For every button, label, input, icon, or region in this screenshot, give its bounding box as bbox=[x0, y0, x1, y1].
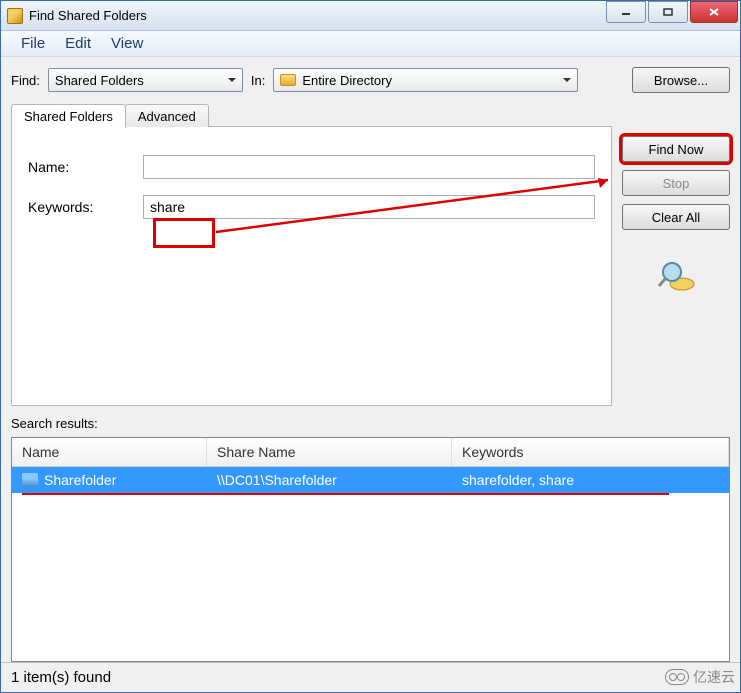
grid-header: Name Share Name Keywords bbox=[12, 438, 729, 467]
column-header-keywords[interactable]: Keywords bbox=[452, 438, 729, 466]
watermark: 亿速云 bbox=[665, 667, 735, 687]
name-input[interactable] bbox=[143, 155, 595, 179]
window-frame: Find Shared Folders File Edit View Find:… bbox=[0, 0, 741, 693]
annotation-underline bbox=[22, 493, 669, 495]
menu-view[interactable]: View bbox=[101, 33, 153, 54]
watermark-icon bbox=[665, 669, 689, 685]
maximize-button[interactable] bbox=[648, 1, 688, 23]
find-now-button[interactable]: Find Now bbox=[622, 136, 730, 162]
name-row: Name: bbox=[28, 155, 595, 179]
minimize-button[interactable] bbox=[606, 1, 646, 23]
keywords-input[interactable] bbox=[143, 195, 595, 219]
table-row[interactable]: Sharefolder \\DC01\Sharefolder sharefold… bbox=[12, 467, 729, 493]
find-dropdown-value: Shared Folders bbox=[55, 73, 144, 88]
status-text: 1 item(s) found bbox=[11, 669, 111, 686]
content-area: Find: Shared Folders In: Entire Director… bbox=[1, 57, 740, 662]
tab-shared-folders[interactable]: Shared Folders bbox=[11, 104, 126, 128]
magnifier-folder-icon bbox=[656, 258, 696, 298]
form-area: Name: Keywords: bbox=[12, 127, 611, 263]
cell-keywords: sharefolder, share bbox=[452, 472, 729, 488]
close-button[interactable] bbox=[690, 1, 738, 23]
menubar: File Edit View bbox=[1, 31, 740, 57]
window-title: Find Shared Folders bbox=[29, 8, 606, 23]
stop-button: Stop bbox=[622, 170, 730, 196]
menu-edit[interactable]: Edit bbox=[55, 33, 101, 54]
in-dropdown[interactable]: Entire Directory bbox=[273, 68, 578, 92]
app-icon bbox=[7, 8, 23, 24]
column-header-share-name[interactable]: Share Name bbox=[207, 438, 452, 466]
column-header-name[interactable]: Name bbox=[12, 438, 207, 466]
window-controls bbox=[606, 1, 740, 30]
folder-icon bbox=[280, 74, 296, 86]
in-dropdown-value: Entire Directory bbox=[302, 73, 392, 88]
tab-advanced[interactable]: Advanced bbox=[125, 104, 209, 127]
menu-file[interactable]: File bbox=[11, 33, 55, 54]
side-buttons: Find Now Stop Clear All bbox=[622, 126, 730, 406]
titlebar[interactable]: Find Shared Folders bbox=[1, 1, 740, 31]
cell-share-name: \\DC01\Sharefolder bbox=[207, 472, 452, 488]
cell-name-text: Sharefolder bbox=[44, 472, 116, 488]
find-row: Find: Shared Folders In: Entire Director… bbox=[11, 67, 730, 93]
statusbar: 1 item(s) found bbox=[1, 662, 740, 692]
keywords-row: Keywords: bbox=[28, 195, 595, 219]
middle-section: Shared Folders Advanced Name: Keywords: bbox=[11, 126, 730, 406]
keywords-label: Keywords: bbox=[28, 199, 143, 215]
find-label: Find: bbox=[11, 73, 40, 88]
tabs: Shared Folders Advanced bbox=[11, 104, 208, 128]
share-icon bbox=[22, 473, 38, 487]
watermark-text: 亿速云 bbox=[693, 667, 735, 687]
in-label: In: bbox=[251, 73, 265, 88]
results-label: Search results: bbox=[11, 416, 730, 431]
browse-button[interactable]: Browse... bbox=[632, 67, 730, 93]
name-label: Name: bbox=[28, 159, 143, 175]
results-grid[interactable]: Name Share Name Keywords Sharefolder \\D… bbox=[11, 437, 730, 662]
clear-all-button[interactable]: Clear All bbox=[622, 204, 730, 230]
find-dropdown[interactable]: Shared Folders bbox=[48, 68, 243, 92]
cell-name: Sharefolder bbox=[12, 472, 207, 488]
tab-panel: Shared Folders Advanced Name: Keywords: bbox=[11, 126, 612, 406]
